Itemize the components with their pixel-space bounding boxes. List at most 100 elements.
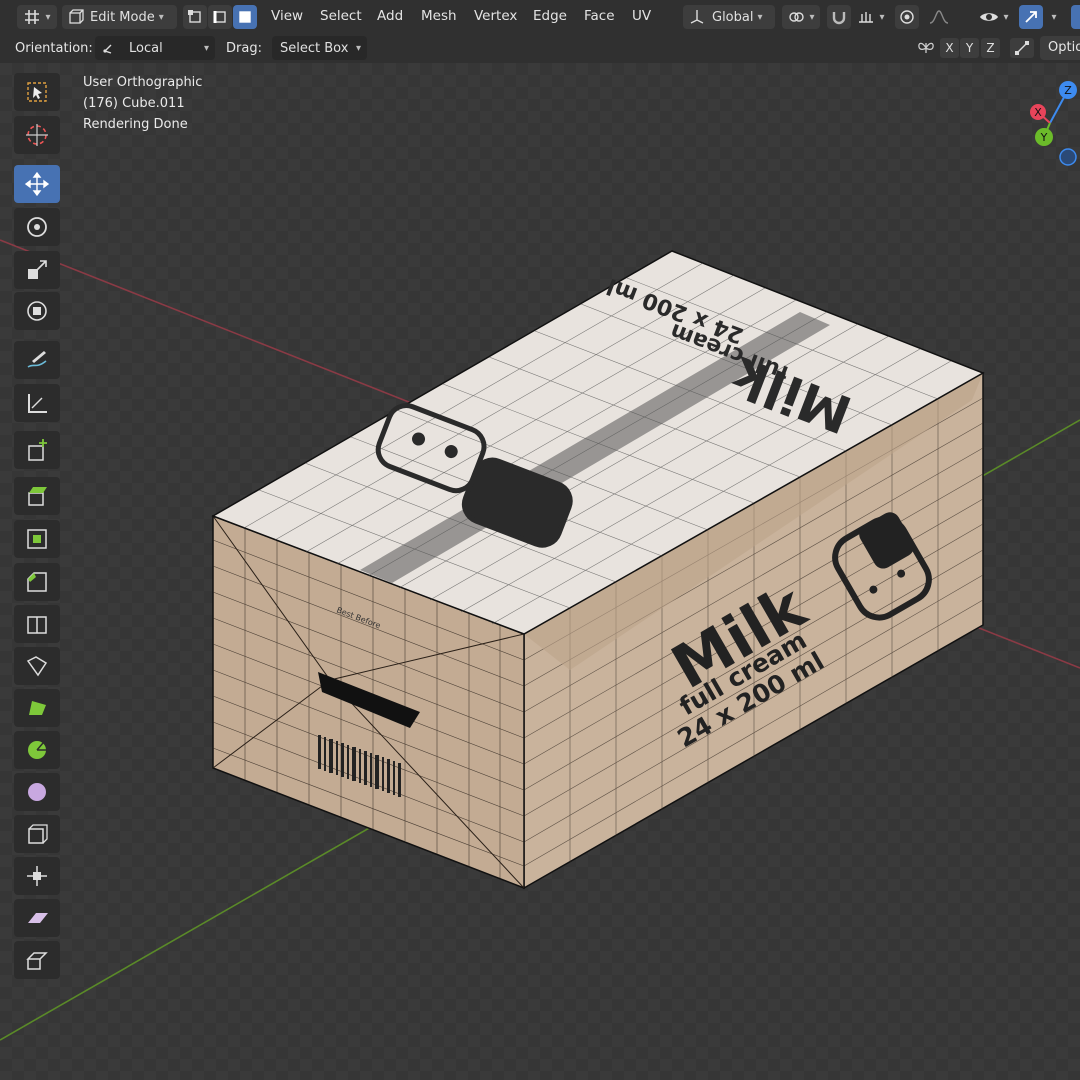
- vertex-select-icon: [188, 10, 201, 23]
- menu-select[interactable]: Select: [320, 8, 362, 24]
- axis-z-toggle[interactable]: Z: [981, 38, 1000, 58]
- loop-cut-icon: [27, 616, 47, 634]
- menu-uv[interactable]: UV: [632, 8, 651, 24]
- falloff-curve-icon: [929, 10, 949, 24]
- magnet-icon: [832, 12, 846, 25]
- butterfly-icon: [918, 42, 934, 53]
- view-name-label: User Orthographic: [83, 75, 203, 90]
- object-info-label: (176) Cube.011: [83, 96, 185, 111]
- eye-icon: [980, 13, 999, 21]
- face-select-button[interactable]: [233, 5, 257, 29]
- drag-label: Drag:: [226, 41, 262, 56]
- menu-view[interactable]: View: [271, 8, 303, 24]
- menu-vertex[interactable]: Vertex: [474, 8, 517, 24]
- annotate-icon: [27, 351, 47, 368]
- tool-bevel[interactable]: [14, 563, 60, 601]
- add-cube-icon: [28, 439, 47, 461]
- scale-icon: [28, 260, 47, 279]
- gizmo-y-label: Y: [1040, 131, 1048, 144]
- overlay-toggle[interactable]: [1071, 5, 1080, 29]
- mirror-options-button[interactable]: [916, 38, 936, 58]
- milk-box-mesh[interactable]: Best Before Milk full cream 24 x 200 ml …: [211, 250, 985, 890]
- tool-select-box[interactable]: [14, 73, 60, 111]
- extrude-icon: [28, 487, 47, 506]
- menu-mesh[interactable]: Mesh: [421, 8, 457, 24]
- transform-orientation-selector[interactable]: Global ▾: [683, 5, 775, 29]
- visibility-menu-button[interactable]: ▾: [975, 5, 1013, 29]
- orientation-dropdown[interactable]: Local ▾: [95, 36, 215, 60]
- snap-toggle[interactable]: [827, 5, 851, 29]
- mode-label: Edit Mode: [90, 9, 155, 25]
- snap-grid-icon: [859, 12, 874, 23]
- gizmo-arrow-icon: [1025, 11, 1037, 23]
- options-menu[interactable]: Optio: [1040, 36, 1080, 60]
- tool-rotate[interactable]: [14, 208, 60, 246]
- tool-extrude[interactable]: [14, 477, 60, 515]
- tool-measure[interactable]: [14, 384, 60, 422]
- transform-icon: [27, 301, 47, 321]
- bevel-icon: [27, 572, 47, 592]
- drag-value: Select Box: [280, 40, 349, 56]
- transform-orientation-label: Global: [712, 9, 754, 25]
- menu-edge[interactable]: Edge: [533, 8, 567, 24]
- drag-dropdown[interactable]: Select Box ▾: [272, 36, 367, 60]
- tool-loop-cut[interactable]: [14, 605, 60, 643]
- vertex-select-button[interactable]: [183, 5, 207, 29]
- pivot-point-button[interactable]: ▾: [782, 5, 820, 29]
- tool-shear[interactable]: [14, 899, 60, 937]
- tool-rip[interactable]: [14, 941, 60, 979]
- measure-icon: [28, 394, 47, 413]
- tool-spin[interactable]: [14, 731, 60, 769]
- tool-shrink-fatten[interactable]: [14, 857, 60, 895]
- axis-x-toggle[interactable]: X: [940, 38, 959, 58]
- local-orientation-icon: [103, 44, 112, 54]
- mode-selector[interactable]: Edit Mode ▾: [62, 5, 177, 29]
- orientation-label: Orientation:: [15, 41, 93, 56]
- rotate-icon: [27, 217, 47, 237]
- gizmo-z-label: Z: [1064, 84, 1072, 97]
- proportional-falloff-button[interactable]: [921, 5, 957, 29]
- tool-annotate[interactable]: [14, 341, 60, 379]
- tool-scale[interactable]: [14, 251, 60, 289]
- tool-transform[interactable]: [14, 292, 60, 330]
- tool-smooth[interactable]: [14, 773, 60, 811]
- render-status-label: Rendering Done: [83, 117, 188, 132]
- select-box-icon: [27, 82, 47, 102]
- orientation-global-icon: [690, 10, 704, 24]
- move-icon: [24, 171, 50, 197]
- inset-icon: [27, 529, 47, 549]
- axis-y-toggle[interactable]: Y: [960, 38, 979, 58]
- auto-merge-toggle[interactable]: [1010, 38, 1034, 58]
- snap-target-button[interactable]: ▾: [852, 5, 890, 29]
- gizmo-neg-z-axis[interactable]: [1059, 148, 1077, 166]
- poly-build-icon: [29, 701, 46, 715]
- gizmo-dropdown[interactable]: ▾: [1044, 5, 1064, 29]
- viewport-scene: Best Before Milk full cream 24 x 200 ml …: [0, 239, 1080, 1041]
- shear-icon: [28, 913, 48, 923]
- tool-move[interactable]: [14, 165, 60, 203]
- 3d-viewport[interactable]: Best Before Milk full cream 24 x 200 ml …: [0, 63, 1080, 1080]
- tool-knife[interactable]: [14, 647, 60, 685]
- edit-mode-icon: [69, 9, 84, 24]
- tool-edge-slide[interactable]: [14, 815, 60, 853]
- cursor-icon: [26, 124, 48, 146]
- editor-type-icon: [25, 10, 40, 24]
- navigation-gizmo[interactable]: Z X Y: [1020, 78, 1080, 173]
- tool-poly-build[interactable]: [14, 689, 60, 727]
- rip-icon: [26, 952, 48, 970]
- editor-type-button[interactable]: ▾: [17, 5, 57, 29]
- tool-add-cube[interactable]: [14, 431, 60, 469]
- edge-select-icon: [213, 11, 226, 23]
- proportional-edit-toggle[interactable]: [895, 5, 919, 29]
- edge-select-button[interactable]: [208, 5, 232, 29]
- tool-inset[interactable]: [14, 520, 60, 558]
- spin-icon: [28, 741, 46, 759]
- orientation-value: Local: [129, 40, 163, 56]
- gizmo-toggle[interactable]: [1019, 5, 1043, 29]
- pivot-icon: [789, 12, 805, 22]
- menu-add[interactable]: Add: [377, 8, 403, 24]
- gizmo-x-label: X: [1034, 106, 1042, 119]
- face-select-icon: [239, 11, 251, 23]
- tool-cursor[interactable]: [14, 116, 60, 154]
- menu-face[interactable]: Face: [584, 8, 615, 24]
